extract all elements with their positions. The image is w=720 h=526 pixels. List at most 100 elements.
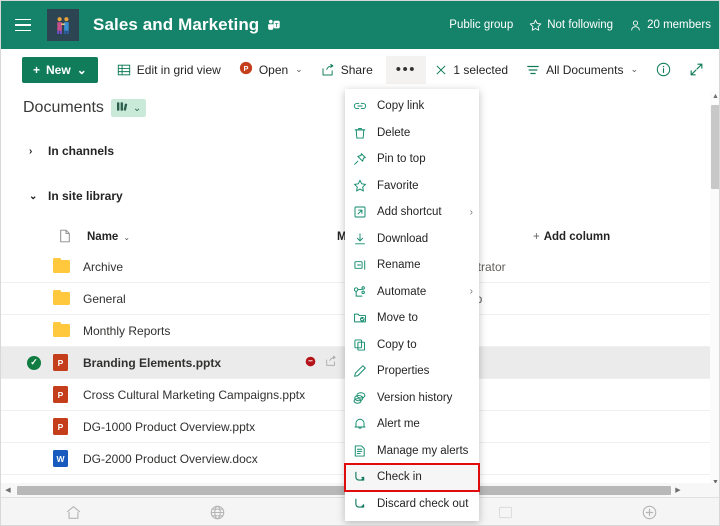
chevron-down-icon: ⌄ bbox=[77, 63, 87, 77]
menu-item-label: Add shortcut bbox=[377, 206, 442, 218]
menu-item-label: Copy link bbox=[377, 100, 424, 112]
automate-icon bbox=[353, 285, 373, 299]
rename-icon bbox=[353, 258, 373, 272]
add-icon[interactable] bbox=[577, 504, 720, 521]
menu-item-alert-me[interactable]: Alert me bbox=[345, 411, 479, 438]
person-icon bbox=[629, 19, 642, 32]
version-history-icon bbox=[353, 391, 373, 405]
menu-item-copy-link[interactable]: Copy link bbox=[345, 93, 479, 120]
expand-button[interactable] bbox=[680, 56, 713, 84]
word-file-icon: W bbox=[53, 450, 83, 467]
plus-icon: + bbox=[533, 231, 540, 243]
scroll-right-icon[interactable]: ▶ bbox=[671, 486, 685, 494]
menu-item-download[interactable]: Download bbox=[345, 226, 479, 253]
members-button[interactable]: 20 members bbox=[629, 19, 711, 32]
download-icon bbox=[353, 232, 373, 246]
scroll-left-icon[interactable]: ◀ bbox=[1, 486, 15, 494]
menu-item-pin-to-top[interactable]: Pin to top bbox=[345, 146, 479, 173]
link-icon bbox=[353, 99, 373, 113]
follow-button[interactable]: Not following bbox=[529, 19, 613, 32]
library-view-chevron: ⌄ bbox=[133, 103, 141, 114]
menu-item-label: Download bbox=[377, 233, 428, 245]
menu-item-copy-to[interactable]: Copy to bbox=[345, 332, 479, 359]
row-name[interactable]: Branding Elements.pptx bbox=[83, 356, 305, 370]
row-name[interactable]: Archive bbox=[83, 260, 305, 274]
menu-item-favorite[interactable]: Favorite bbox=[345, 173, 479, 200]
follow-label: Not following bbox=[547, 19, 613, 31]
filter-lines-icon bbox=[526, 63, 540, 77]
site-avatar bbox=[47, 9, 79, 41]
sharepoint-document-library-screen: Sales and Marketing T Public group Not f… bbox=[0, 0, 720, 526]
folder-icon bbox=[53, 292, 83, 305]
powerpoint-file-icon: P bbox=[53, 386, 83, 403]
manage-alerts-icon bbox=[353, 444, 373, 458]
column-header-name[interactable]: Name ⌄ bbox=[87, 231, 337, 243]
library-title: Documents bbox=[23, 99, 104, 117]
chevron-down-icon: ⌄ bbox=[29, 191, 38, 202]
menu-item-properties[interactable]: Properties bbox=[345, 358, 479, 385]
edit-in-grid-view-button[interactable]: Edit in grid view bbox=[108, 56, 230, 84]
row-name[interactable]: General bbox=[83, 292, 305, 306]
expand-icon bbox=[689, 62, 704, 77]
folder-icon bbox=[53, 260, 83, 273]
share-row-icon[interactable] bbox=[325, 355, 337, 370]
view-label: All Documents bbox=[546, 63, 623, 77]
new-label: New bbox=[46, 63, 71, 77]
library-view-switcher[interactable]: ⌄ bbox=[111, 99, 146, 117]
clear-selection-button[interactable]: 1 selected bbox=[426, 56, 517, 84]
menu-item-label: Check in bbox=[377, 471, 422, 483]
row-name[interactable]: DG-2000 Product Overview.docx bbox=[83, 452, 305, 466]
home-icon[interactable] bbox=[1, 504, 145, 521]
menu-item-label: Pin to top bbox=[377, 153, 426, 165]
members-label: 20 members bbox=[647, 19, 711, 31]
vertical-scrollbar-thumb[interactable] bbox=[711, 105, 720, 189]
file-type-column-header[interactable] bbox=[59, 229, 87, 246]
menu-item-move-to[interactable]: Move to bbox=[345, 305, 479, 332]
menu-item-label: Favorite bbox=[377, 180, 419, 192]
menu-item-label: Alert me bbox=[377, 418, 420, 430]
chevron-right-icon: › bbox=[29, 146, 38, 157]
group-in-site-library-label: In site library bbox=[48, 189, 123, 203]
chevron-down-icon: ⌄ bbox=[123, 233, 130, 242]
row-name[interactable]: DG-1000 Product Overview.pptx bbox=[83, 420, 305, 434]
check-in-icon bbox=[353, 470, 373, 484]
row-name[interactable]: Monthly Reports bbox=[83, 324, 305, 338]
library-view-icon bbox=[116, 101, 129, 115]
vertical-scrollbar[interactable]: ▲ ▼ bbox=[710, 91, 720, 489]
svg-text:P: P bbox=[243, 64, 248, 73]
row-name[interactable]: Cross Cultural Marketing Campaigns.pptx bbox=[83, 388, 333, 402]
open-button[interactable]: P Open ⌄ bbox=[230, 56, 312, 84]
submenu-chevron-icon: › bbox=[470, 207, 473, 218]
chevron-down-icon: ⌄ bbox=[630, 64, 638, 75]
menu-item-automate[interactable]: Automate › bbox=[345, 279, 479, 306]
new-plus-icon: + bbox=[33, 63, 40, 77]
hamburger-icon[interactable] bbox=[5, 1, 41, 49]
menu-item-manage-my-alerts[interactable]: Manage my alerts bbox=[345, 438, 479, 465]
scroll-up-icon[interactable]: ▲ bbox=[710, 91, 720, 103]
menu-item-delete[interactable]: Delete bbox=[345, 120, 479, 147]
menu-item-discard-check-out[interactable]: Discard check out bbox=[345, 491, 479, 518]
chevron-down-icon: ⌄ bbox=[295, 64, 303, 75]
globe-icon[interactable] bbox=[145, 504, 289, 521]
share-icon bbox=[321, 63, 335, 77]
more-label: ••• bbox=[396, 61, 416, 78]
menu-item-label: Discard check out bbox=[377, 498, 468, 510]
details-pane-button[interactable] bbox=[647, 56, 680, 84]
new-button[interactable]: + New ⌄ bbox=[22, 57, 98, 83]
menu-item-label: Version history bbox=[377, 392, 452, 404]
add-column-label: Add column bbox=[544, 231, 610, 243]
view-selector-button[interactable]: All Documents ⌄ bbox=[517, 56, 647, 84]
row-select-checkbox[interactable]: ✓ bbox=[27, 356, 53, 370]
menu-item-check-in[interactable]: Check in bbox=[345, 464, 479, 491]
share-button[interactable]: Share bbox=[312, 56, 382, 84]
menu-item-version-history[interactable]: Version history bbox=[345, 385, 479, 412]
menu-item-rename[interactable]: Rename bbox=[345, 252, 479, 279]
more-commands-button[interactable]: ••• bbox=[386, 56, 426, 84]
group-in-channels-label: In channels bbox=[48, 144, 114, 158]
properties-icon bbox=[353, 364, 373, 378]
powerpoint-file-icon: P bbox=[53, 354, 83, 371]
add-column-button[interactable]: + Add column bbox=[533, 231, 610, 243]
horizontal-scrollbar-thumb[interactable] bbox=[17, 486, 671, 495]
menu-item-label: Copy to bbox=[377, 339, 417, 351]
menu-item-add-shortcut[interactable]: Add shortcut › bbox=[345, 199, 479, 226]
